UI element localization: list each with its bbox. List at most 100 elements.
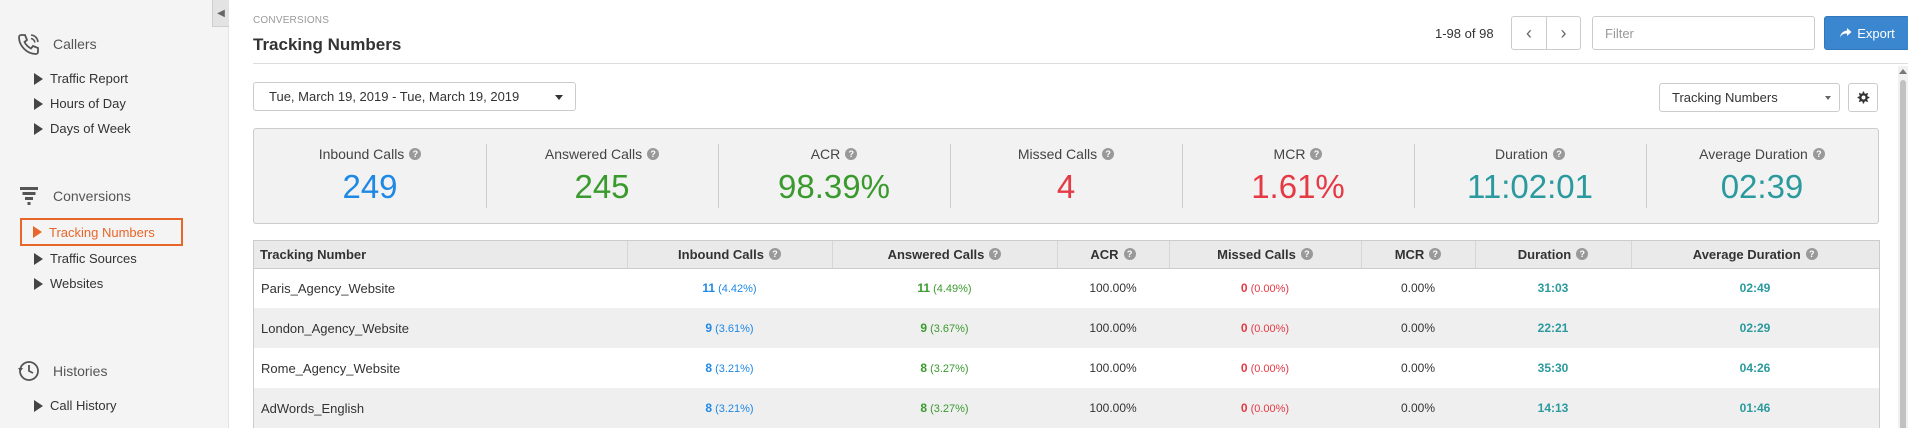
- column-header-tracking-number[interactable]: Tracking Number: [254, 241, 627, 269]
- scroll-up-arrow-icon[interactable]: [1899, 69, 1907, 74]
- cell-value: 0: [1240, 361, 1248, 375]
- stat-value: 4: [1056, 168, 1076, 205]
- help-icon[interactable]: ?: [1805, 248, 1818, 261]
- help-icon[interactable]: ?: [647, 148, 660, 160]
- cell-inbound-calls: 11 (4.42%): [627, 268, 832, 308]
- help-icon[interactable]: ?: [1552, 148, 1565, 160]
- nav-group-header[interactable]: Histories: [0, 359, 211, 383]
- cell-percent: (3.27%): [930, 363, 969, 375]
- cell-inbound-calls: 8 (3.21%): [627, 348, 832, 388]
- nav-group-header[interactable]: Callers: [0, 32, 211, 56]
- collapse-sidebar-button[interactable]: ◀: [212, 0, 229, 27]
- column-header-acr[interactable]: ACR?: [1056, 241, 1169, 269]
- column-header-average-duration[interactable]: Average Duration?: [1630, 241, 1879, 269]
- cell-percent: (0.00%): [1250, 363, 1290, 375]
- help-icon[interactable]: ?: [1102, 148, 1115, 160]
- column-header-inbound-calls[interactable]: Inbound Calls?: [626, 241, 832, 269]
- column-header-duration[interactable]: Duration?: [1474, 241, 1631, 269]
- cell-missed-calls: 0 (0.00%): [1169, 268, 1361, 308]
- column-header-mcr[interactable]: MCR?: [1360, 241, 1475, 269]
- pagination-summary: 1-98 of 98: [1435, 26, 1494, 41]
- filter-input[interactable]: [1592, 16, 1815, 50]
- stat-value: 11:02:01: [1466, 168, 1593, 205]
- sidebar-item-tracking-numbers[interactable]: Tracking Numbers: [20, 218, 183, 246]
- cell-tracking-number: Paris_Agency_Website: [261, 280, 396, 296]
- cell-value: 8: [705, 361, 713, 375]
- cell-answered-calls: 11 (4.49%): [832, 268, 1057, 308]
- help-icon[interactable]: ?: [1310, 148, 1323, 160]
- column-header-label: ACR: [1090, 246, 1119, 262]
- stat-value: 245: [574, 168, 630, 205]
- summary-stats-panel: Inbound Calls? 249 Answered Calls? 245 A…: [253, 128, 1879, 224]
- main-content: Conversions Tracking Numbers 1-98 of 98 …: [253, 0, 1908, 428]
- cell-acr: 100.00%: [1089, 361, 1137, 375]
- stat-value: 02:39: [1720, 168, 1804, 205]
- column-header-answered-calls[interactable]: Answered Calls?: [831, 241, 1057, 269]
- gear-icon: [1857, 91, 1869, 104]
- pagination-controls: ‹ ›: [1511, 16, 1581, 50]
- share-arrow-icon: [1840, 28, 1852, 38]
- sidebar-item-label: Call History: [50, 398, 117, 413]
- stat-value: 1.61%: [1251, 168, 1345, 205]
- help-icon[interactable]: ?: [1123, 248, 1136, 261]
- phone-icon: [15, 32, 43, 56]
- stat-value: 249: [342, 168, 398, 205]
- cell-percent: (4.49%): [933, 283, 972, 296]
- table-row[interactable]: Rome_Agency_Website 8 (3.21%) 8 (3.27%) 10…: [254, 348, 1879, 388]
- help-icon[interactable]: ?: [1300, 248, 1313, 261]
- stat-value: 98.39%: [778, 168, 890, 205]
- help-icon[interactable]: ?: [1812, 148, 1825, 160]
- sidebar-item-call-history[interactable]: Call History: [22, 393, 182, 418]
- cell-percent: (4.42%): [718, 283, 757, 296]
- help-icon[interactable]: ?: [845, 148, 858, 160]
- cell-average-duration: 02:49: [1739, 281, 1771, 296]
- help-icon[interactable]: ?: [409, 148, 422, 160]
- help-icon[interactable]: ?: [768, 248, 781, 261]
- nav-group-title: Callers: [53, 36, 97, 52]
- next-page-button[interactable]: ›: [1546, 17, 1580, 49]
- sidebar-item-traffic-report[interactable]: Traffic Report: [22, 66, 182, 91]
- cell-value: 8: [705, 401, 713, 415]
- report-view-value: Tracking Numbers: [1672, 90, 1778, 105]
- triangle-right-icon: [34, 277, 43, 290]
- cell-percent: (0.00%): [1250, 283, 1290, 296]
- help-icon[interactable]: ?: [989, 248, 1002, 261]
- cell-inbound-calls: 8 (3.21%): [627, 388, 832, 428]
- sidebar-item-days-of-week[interactable]: Days of Week: [22, 116, 182, 141]
- breadcrumb[interactable]: Conversions: [253, 15, 329, 26]
- column-header-label: Average Duration: [1692, 246, 1801, 262]
- help-icon[interactable]: ?: [1429, 248, 1442, 261]
- nav-group-title: Conversions: [53, 188, 131, 204]
- cell-value: 11: [702, 281, 716, 296]
- cell-value: 8: [920, 361, 928, 375]
- stat-label: Inbound Calls: [318, 146, 405, 162]
- stat-average-duration: Average Duration? 02:39: [1646, 129, 1878, 223]
- sidebar-item-hours-of-day[interactable]: Hours of Day: [22, 91, 182, 116]
- export-button[interactable]: Export: [1824, 16, 1908, 50]
- column-header-label: Missed Calls: [1217, 246, 1296, 262]
- cell-tracking-number: AdWords_English: [254, 388, 627, 428]
- cell-value: 11: [917, 281, 931, 296]
- sidebar-item-websites[interactable]: Websites: [22, 271, 182, 296]
- sidebar-item-label: Traffic Report: [50, 71, 129, 86]
- cell-answered-calls: 8 (3.27%): [832, 388, 1057, 428]
- export-label: Export: [1857, 25, 1895, 41]
- settings-button[interactable]: [1848, 83, 1878, 112]
- help-icon[interactable]: ?: [1576, 248, 1589, 261]
- table-row[interactable]: AdWords_English 8 (3.21%) 8 (3.27%) 100.00…: [254, 388, 1879, 428]
- cell-value: 0: [1240, 281, 1248, 296]
- cell-percent: (3.27%): [930, 403, 969, 415]
- nav-group-header[interactable]: Conversions: [0, 184, 211, 208]
- table-row[interactable]: London_Agency_Website 9 (3.61%) 9 (3.67%) …: [254, 308, 1879, 348]
- scrollbar-thumb[interactable]: [1900, 80, 1906, 428]
- sidebar-item-traffic-sources[interactable]: Traffic Sources: [22, 246, 182, 271]
- date-range-picker[interactable]: Tue, March 19, 2019 - Tue, March 19, 201…: [253, 82, 576, 111]
- table-row[interactable]: Paris_Agency_Website 11 (4.42%) 11 (4.49%)…: [254, 268, 1879, 308]
- report-view-select[interactable]: Tracking Numbers: [1659, 83, 1840, 112]
- nav-group-callers: Callers Traffic Report Hours of Day Days…: [0, 32, 211, 141]
- cell-duration: 31:03: [1537, 281, 1569, 296]
- column-header-missed-calls[interactable]: Missed Calls?: [1168, 241, 1361, 269]
- vertical-scrollbar[interactable]: [1898, 66, 1908, 428]
- previous-page-button[interactable]: ‹: [1512, 17, 1546, 49]
- cell-average-duration: 04:26: [1739, 361, 1771, 375]
